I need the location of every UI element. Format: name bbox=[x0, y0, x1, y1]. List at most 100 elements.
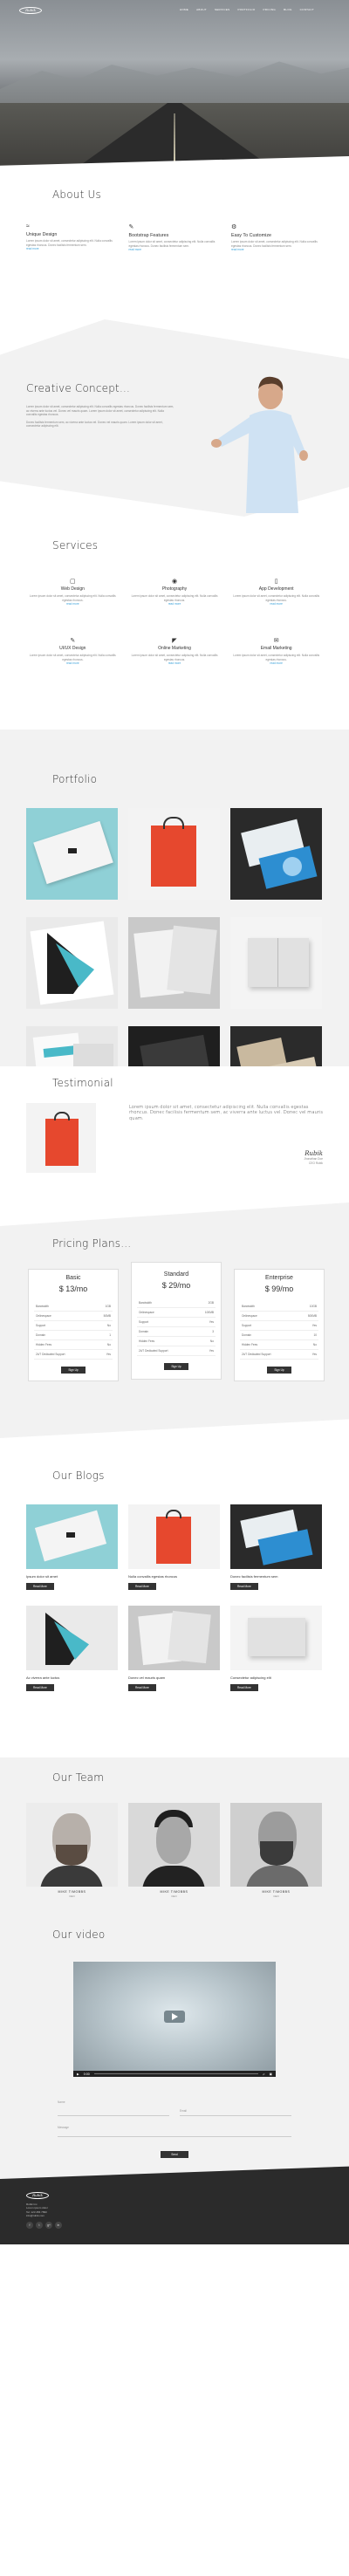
member-role: CEO bbox=[69, 1894, 75, 1898]
blog-image[interactable] bbox=[230, 1606, 322, 1670]
portfolio-item[interactable] bbox=[230, 1026, 322, 1066]
portfolio-item[interactable] bbox=[26, 1026, 118, 1066]
blog-post: Donec vel mauris quam Read More bbox=[128, 1606, 220, 1691]
read-more-link[interactable]: read more bbox=[128, 602, 222, 606]
paragraph: Donec facilisis fermentum sem, ac viverr… bbox=[26, 420, 163, 428]
blog-image[interactable] bbox=[26, 1504, 118, 1569]
service-card: ▢ Web Design Lorem ipsum dolor sit amet,… bbox=[26, 578, 120, 606]
email-field[interactable]: Email bbox=[180, 2107, 291, 2116]
read-more-link[interactable]: read more bbox=[231, 248, 323, 251]
signup-button[interactable]: Sign Up bbox=[267, 1367, 291, 1374]
linkedin-icon[interactable]: in bbox=[55, 2222, 62, 2229]
volume-icon[interactable]: ♫ bbox=[263, 2072, 265, 2076]
nav-portfolio[interactable]: PORTFOLIO bbox=[237, 8, 255, 11]
nav-home[interactable]: HOME bbox=[180, 8, 188, 11]
team-member: MIKE TIMOBBS CEO bbox=[26, 1803, 118, 1898]
section-title: Testimonial bbox=[52, 1077, 113, 1089]
service-card: ◉ Photography Lorem ipsum dolor sit amet… bbox=[128, 578, 222, 606]
fullscreen-icon[interactable]: ▣ bbox=[270, 2072, 272, 2076]
portfolio-item[interactable] bbox=[26, 808, 118, 900]
feature-value: No bbox=[312, 1343, 317, 1346]
portfolio-item[interactable] bbox=[128, 1026, 220, 1066]
nav-about[interactable]: ABOUT bbox=[196, 8, 207, 11]
footer: Rubik Rubik Inc. Lorem ipsum dolor Tel: … bbox=[0, 2166, 349, 2244]
service-text: Lorem ipsum dolor sit amet, consectetur … bbox=[233, 594, 320, 602]
feature-value: 500MB bbox=[307, 1314, 317, 1318]
blog-image[interactable] bbox=[26, 1606, 118, 1670]
feature-label: Domain bbox=[139, 1330, 148, 1333]
nav-pricing[interactable]: PRICING bbox=[263, 8, 276, 11]
portfolio-item[interactable] bbox=[26, 917, 118, 1009]
pencil-icon: ✎ bbox=[70, 638, 76, 645]
blog-post: Ac viverra ante luctus Read More bbox=[26, 1606, 118, 1691]
testimonial-signature: Rubik Jhonathan Doe CEO Rubik bbox=[304, 1150, 323, 1165]
read-more-button[interactable]: Read More bbox=[230, 1583, 258, 1590]
feature-value: 2GB bbox=[208, 1301, 214, 1305]
plan-price: $ 99/mo bbox=[264, 1285, 294, 1293]
read-more-link[interactable]: read more bbox=[128, 661, 222, 665]
nav-services[interactable]: SERVICES bbox=[215, 8, 230, 11]
video-player[interactable]: ▶ 0:00 ♫ ▣ bbox=[73, 1962, 276, 2077]
google-plus-icon[interactable]: g+ bbox=[45, 2222, 52, 2229]
portfolio-section: Portfolio bbox=[0, 730, 349, 1066]
pricing-section: Pricing Plans... Basic $ 13/mo Bandwidth… bbox=[0, 1202, 349, 1438]
feature-value: No bbox=[209, 1339, 214, 1343]
member-photo bbox=[128, 1803, 220, 1887]
gears-icon: ⚙ bbox=[231, 224, 237, 230]
feature-label: Onlinespace bbox=[242, 1314, 257, 1318]
read-more-link[interactable]: read more bbox=[129, 248, 221, 251]
nav-blog[interactable]: BLOG bbox=[284, 8, 292, 11]
feature-label: Hidden Fees bbox=[139, 1339, 155, 1343]
address-line: info@rubik.com bbox=[26, 2214, 44, 2218]
portfolio-item[interactable] bbox=[128, 917, 220, 1009]
play-button[interactable] bbox=[164, 2011, 185, 2023]
section-title: Pricing Plans... bbox=[52, 1237, 132, 1250]
laptop-icon: ▢ bbox=[70, 579, 76, 585]
read-more-link[interactable]: read more bbox=[26, 602, 120, 606]
blog-title: Ac viverra ante luctus bbox=[26, 1675, 60, 1680]
read-more-link[interactable]: read more bbox=[26, 247, 118, 250]
service-title: App Development bbox=[258, 586, 294, 592]
nav-contact[interactable]: CONTACT bbox=[300, 8, 314, 11]
progress-bar[interactable] bbox=[93, 2073, 258, 2074]
member-name: MIKE TIMOBBS bbox=[262, 1890, 291, 1894]
wifi-icon: ≈ bbox=[26, 223, 30, 230]
footer-logo[interactable]: Rubik bbox=[26, 2192, 49, 2199]
signup-button[interactable]: Sign Up bbox=[164, 1363, 188, 1370]
blog-title: Donec vel mauris quam bbox=[128, 1675, 166, 1680]
portfolio-item[interactable] bbox=[230, 917, 322, 1009]
member-role: CEO bbox=[273, 1894, 279, 1898]
portfolio-item[interactable] bbox=[128, 808, 220, 900]
plan-name: Enterprise bbox=[265, 1275, 293, 1281]
feature-value: Yes bbox=[311, 1324, 317, 1327]
play-icon[interactable]: ▶ bbox=[77, 2072, 79, 2076]
blog-image[interactable] bbox=[128, 1504, 220, 1569]
site-logo[interactable]: Rubik bbox=[19, 7, 42, 14]
read-more-button[interactable]: Read More bbox=[26, 1684, 54, 1691]
pricing-card-basic: Basic $ 13/mo Bandwidth 1GB Onlinespace 50… bbox=[28, 1269, 119, 1381]
read-more-link[interactable]: read more bbox=[229, 661, 323, 665]
send-button[interactable]: Send bbox=[161, 2151, 188, 2158]
twitter-icon[interactable]: t bbox=[36, 2222, 43, 2229]
portfolio-item[interactable] bbox=[230, 808, 322, 900]
facebook-icon[interactable]: f bbox=[26, 2222, 33, 2229]
feature-value: No bbox=[106, 1324, 111, 1327]
read-more-button[interactable]: Read More bbox=[128, 1583, 156, 1590]
message-field[interactable]: Message bbox=[58, 2123, 291, 2137]
service-text: Lorem ipsum dolor sit amet, consectetur … bbox=[233, 654, 320, 661]
signup-button[interactable]: Sign Up bbox=[61, 1367, 86, 1374]
service-card: ◤ Online Marketing Lorem ipsum dolor sit… bbox=[128, 637, 222, 665]
read-more-button[interactable]: Read More bbox=[230, 1684, 258, 1691]
hero-section: Rubik HOME ABOUT SERVICES PORTFOLIO PRIC… bbox=[0, 0, 349, 171]
name-field[interactable]: Name bbox=[58, 2098, 169, 2116]
read-more-button[interactable]: Read More bbox=[128, 1684, 156, 1691]
read-more-link[interactable]: read more bbox=[26, 661, 120, 665]
testimonial-section: Testimonial Lorem ipsum dolor sit amet, … bbox=[0, 1066, 349, 1202]
section-title: Creative Concept... bbox=[26, 382, 130, 394]
blog-image[interactable] bbox=[230, 1504, 322, 1569]
read-more-link[interactable]: read more bbox=[229, 602, 323, 606]
read-more-button[interactable]: Read More bbox=[26, 1583, 54, 1590]
blog-image[interactable] bbox=[128, 1606, 220, 1670]
signature-text: Rubik bbox=[305, 1150, 323, 1157]
feature-text: Lorem ipsum dolor sit amet, consectetur … bbox=[231, 240, 318, 248]
